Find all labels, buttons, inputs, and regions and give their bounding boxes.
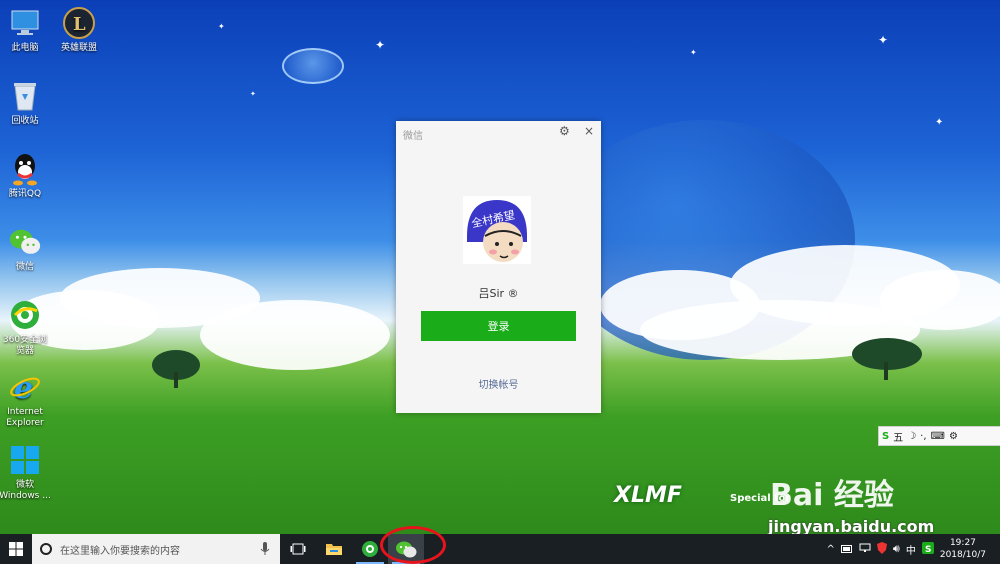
star-icon: ✦ [935, 117, 944, 128]
desktop-icon-label: 腾讯QQ [8, 189, 42, 199]
annotation-highlight-circle [380, 526, 446, 564]
cortana-icon [40, 543, 52, 555]
system-tray: ^ 🔊︎ 中 S 19:27 2018/10/7 [827, 534, 1000, 564]
desktop-icon-label: 360安全浏览器 [2, 335, 48, 356]
keyboard-icon[interactable]: ⌨ [931, 431, 945, 442]
window-title: 微信 [403, 131, 423, 142]
switch-account-link[interactable]: 切换帐号 [396, 376, 601, 391]
security-shield-icon[interactable] [876, 541, 887, 557]
desktop-icon-league[interactable]: L 英雄联盟 [53, 6, 105, 54]
microphone-icon[interactable] [260, 542, 270, 556]
360-browser-icon [362, 541, 378, 557]
file-explorer-icon [326, 544, 342, 555]
desktop-icon-recycle-bin[interactable]: 回收站 [0, 79, 51, 127]
clock-date: 2018/10/7 [939, 550, 986, 560]
avatar: 全村希望 [463, 196, 531, 264]
svg-text:e: e [14, 371, 33, 403]
tree-trunk [174, 372, 178, 388]
taskbar: 在这里输入你要搜索的内容 ^ 🔊︎ 中 S 19:27 2018/10/7 [0, 534, 1000, 564]
desktop-icon-qq[interactable]: 腾讯QQ [0, 152, 51, 200]
ime-toolbar: S 五 ☽ ·, ⌨ ⚙ [878, 426, 1000, 446]
desktop-icon-360-browser[interactable]: 360安全浏览器 [0, 298, 51, 357]
desktop-icon-wechat[interactable]: 微信 [0, 225, 51, 273]
username: 吕Sir ® [478, 287, 519, 300]
battery-icon[interactable] [840, 542, 853, 556]
star-icon: ✦ [375, 38, 386, 52]
svg-text:L: L [73, 14, 86, 35]
desktop-icon-label: 微软 Windows ... [0, 480, 51, 501]
desktop-icon-internet-explorer[interactable]: e Internet Explorer [0, 370, 51, 429]
sogou-tray-icon[interactable]: S [921, 541, 934, 557]
cloud-graphic [200, 300, 390, 370]
star-icon: ✦ [690, 48, 697, 57]
computer-icon [8, 6, 42, 40]
clock[interactable]: 19:27 2018/10/7 [940, 537, 986, 561]
search-placeholder: 在这里输入你要搜索的内容 [60, 545, 180, 557]
task-view-icon [290, 543, 306, 555]
star-icon: ✦ [218, 22, 225, 31]
moon-graphic [282, 48, 344, 84]
wechat-login-window: 微信 ⚙ × 全村希望 吕Sir ® 登录 切换帐号 [396, 121, 601, 413]
desktop: ✦ ✦ ✦ ✦ ✦ ✦ 此电脑 L 英雄联盟 回收站 腾讯QQ 微信 360安全… [0, 0, 1000, 534]
tree-trunk [884, 362, 888, 380]
360-browser-icon [8, 298, 42, 332]
start-button[interactable] [0, 534, 32, 564]
star-icon: ✦ [878, 33, 889, 47]
league-of-legends-icon: L [62, 6, 96, 40]
desktop-icon-label: Internet Explorer [6, 407, 44, 428]
desktop-icon-label: 英雄联盟 [60, 43, 97, 53]
ime-icon[interactable]: 中 [906, 542, 916, 557]
sogou-icon[interactable]: S [882, 431, 889, 442]
recycle-bin-icon [8, 79, 42, 113]
file-explorer-button[interactable] [316, 534, 352, 564]
desktop-icon-this-pc[interactable]: 此电脑 [0, 6, 51, 54]
network-icon[interactable] [859, 542, 871, 556]
chevron-up-icon[interactable]: ^ [827, 544, 835, 555]
task-view-button[interactable] [280, 534, 316, 564]
ime-mode-toggle[interactable]: 五 [893, 429, 903, 444]
volume-icon[interactable]: 🔊︎ [893, 542, 900, 556]
ime-settings-icon[interactable]: ⚙ [949, 431, 958, 442]
wallpaper-brand: XLMF [614, 483, 682, 508]
wechat-icon [8, 225, 42, 259]
punctuation-icon[interactable]: ·, [920, 431, 926, 442]
desktop-icon-label: 回收站 [11, 116, 39, 126]
clock-time: 19:27 [949, 538, 976, 548]
windows-icon [9, 542, 23, 556]
close-icon[interactable]: × [584, 124, 594, 138]
qq-icon [8, 152, 42, 186]
search-input[interactable]: 在这里输入你要搜索的内容 [32, 534, 280, 564]
windows-icon [8, 443, 42, 477]
star-icon: ✦ [250, 90, 256, 98]
svg-text:S: S [925, 545, 931, 554]
baidu-watermark-url: jingyan.baidu.com [768, 517, 935, 534]
moon-icon[interactable]: ☽ [907, 431, 916, 442]
internet-explorer-icon: e [8, 370, 42, 404]
baidu-watermark: Bai 经验 [770, 478, 894, 513]
desktop-icon-windows[interactable]: 微软 Windows ... [0, 443, 51, 502]
desktop-icon-label: 微信 [15, 262, 34, 272]
login-button[interactable]: 登录 [421, 311, 576, 341]
settings-icon[interactable]: ⚙ [559, 124, 570, 138]
desktop-icon-label: 此电脑 [11, 43, 39, 53]
